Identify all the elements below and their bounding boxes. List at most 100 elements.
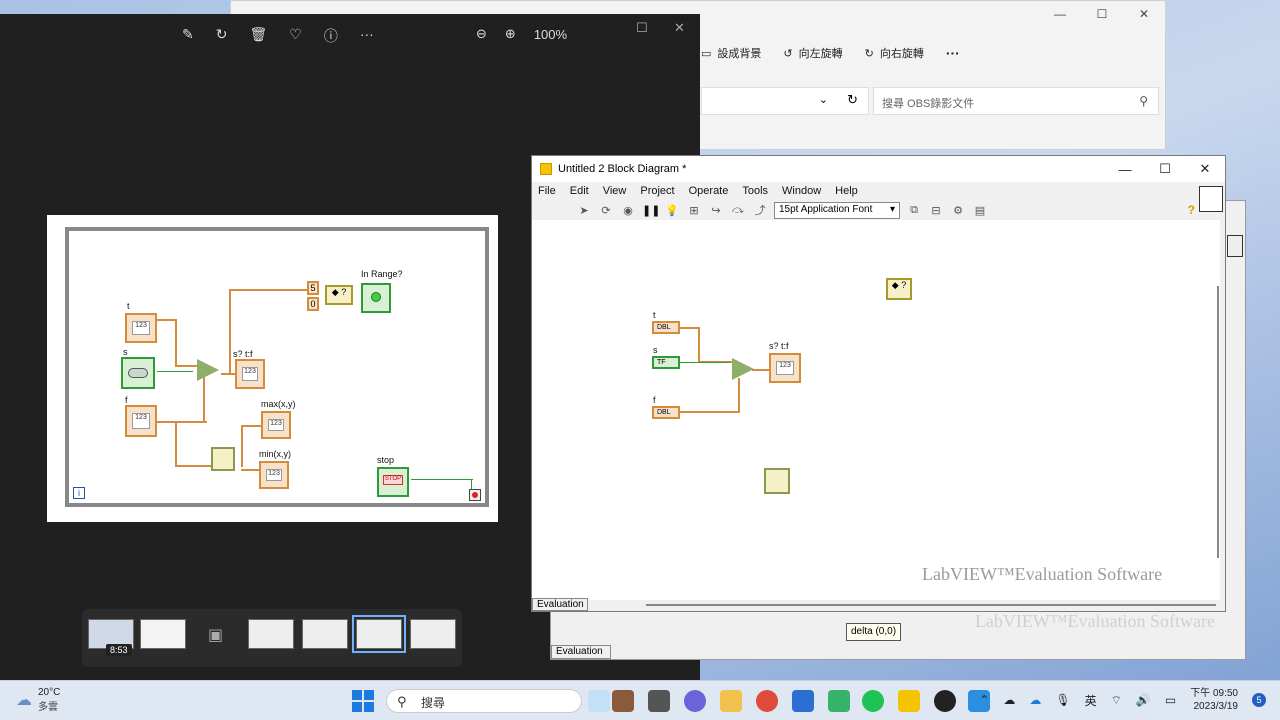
menu-view[interactable]: View [603, 185, 627, 197]
rotate-right-button[interactable]: ↻ 向右旋轉 [865, 45, 924, 61]
highlight-execution-icon[interactable]: 💡 [664, 204, 680, 217]
max-min-node [211, 447, 235, 471]
f-terminal[interactable]: DBL [652, 406, 680, 419]
filmstrip-thumb[interactable] [302, 619, 348, 649]
notification-badge[interactable]: 5 [1252, 693, 1266, 707]
step-over-icon[interactable]: ⤼ [730, 204, 746, 217]
title-bar: Untitled 2 Block Diagram * — ☐ ✕ [532, 156, 1225, 182]
line-icon[interactable] [862, 690, 884, 712]
vi-connector-icon[interactable] [1199, 186, 1223, 212]
toggle-icon [128, 368, 148, 378]
l-app-icon[interactable] [828, 690, 850, 712]
pause-icon[interactable]: ❚❚ [642, 204, 660, 217]
clock[interactable]: 下午 09:50 2023/3/19 [1190, 687, 1238, 713]
block-diagram-canvas[interactable]: t DBL s TF f DBL s? t:f 123 ◆ ? LabVIEW™… [532, 220, 1220, 600]
filmstrip-thumb-selected[interactable] [352, 615, 406, 653]
max-min-node[interactable] [764, 468, 790, 494]
close-icon[interactable]: ✕ [1185, 156, 1225, 182]
clock-date: 2023/3/19 [1193, 701, 1239, 712]
vi-icon[interactable] [1227, 235, 1243, 257]
obs-icon[interactable] [934, 690, 956, 712]
distribute-objects-icon[interactable]: ⊟ [928, 204, 944, 217]
rotate-icon[interactable]: ↻ [216, 26, 228, 46]
volume-icon[interactable]: 🔊 [1136, 693, 1151, 707]
chrome-icon[interactable] [756, 690, 778, 712]
onedrive-icon[interactable]: ☁ [1029, 693, 1041, 707]
task-view-icon[interactable] [588, 690, 610, 712]
teams-chat-icon[interactable] [684, 690, 706, 712]
maximize-icon[interactable]: ☐ [1145, 156, 1185, 182]
run-continuously-icon[interactable]: ⟳ [598, 204, 614, 217]
menu-window[interactable]: Window [782, 185, 821, 197]
labview-icon[interactable] [898, 690, 920, 712]
font-select[interactable]: 15pt Application Font ▾ [774, 201, 900, 219]
microphone-icon[interactable]: 🎙 [1055, 693, 1070, 707]
step-out-icon[interactable]: ⤴ [752, 202, 768, 218]
maximize-icon[interactable]: ☐ [636, 20, 648, 36]
run-icon[interactable]: ➤ [576, 204, 592, 217]
s-terminal[interactable]: TF [652, 356, 680, 369]
address-bar[interactable]: ⌄ ↻ [701, 87, 869, 115]
wifi-icon[interactable]: ⌔ [1111, 693, 1122, 708]
menu-edit[interactable]: Edit [570, 185, 589, 197]
taskbar-search[interactable]: ⚲ 搜尋 [386, 689, 582, 713]
filmstrip-thumb[interactable] [410, 619, 456, 649]
select-function[interactable] [732, 358, 754, 380]
search-input[interactable]: 搜尋 OBS錄影文件 ⚲ [873, 87, 1159, 115]
reorder-icon[interactable]: ⚙ [950, 204, 966, 217]
info-icon[interactable]: ⓘ [324, 26, 338, 46]
weather-widget[interactable]: ☁ 20°C 多雲 [16, 687, 60, 713]
cloud-sync-icon[interactable]: ☁ [1003, 693, 1015, 707]
watermark: LabVIEW™Evaluation Software [922, 564, 1163, 584]
menu-tools[interactable]: Tools [742, 185, 768, 197]
window-icon[interactable] [648, 690, 670, 712]
favorite-icon[interactable]: ♡ [289, 26, 302, 46]
chevron-up-icon[interactable]: ⌃ [979, 693, 989, 707]
store-icon[interactable] [792, 690, 814, 712]
close-icon[interactable]: ✕ [1123, 1, 1165, 27]
help-icon[interactable]: ? [1188, 203, 1195, 217]
zoom-in-icon[interactable]: ⊕ [505, 26, 516, 42]
maximize-icon[interactable]: ☐ [1081, 1, 1123, 27]
chevron-down-icon[interactable]: ⌄ [819, 93, 828, 106]
filmstrip-thumb[interactable] [248, 619, 294, 649]
step-into-icon[interactable]: ↪ [708, 204, 724, 217]
rotate-left-button[interactable]: ↺ 向左旋轉 [783, 45, 842, 61]
edit-icon[interactable]: ✎ [182, 26, 194, 46]
set-background-label: 設成背景 [717, 48, 762, 60]
more-icon[interactable]: ··· [360, 26, 374, 46]
taskbar-search-label: 搜尋 [421, 696, 446, 710]
zoom-out-icon[interactable]: ⊖ [476, 26, 487, 42]
ime-indicator[interactable]: 英 [1085, 692, 1097, 709]
more-button[interactable]: ··· [946, 45, 960, 61]
menu-help[interactable]: Help [835, 185, 858, 197]
briefcase-icon[interactable] [612, 690, 634, 712]
retain-wire-values-icon[interactable]: ⊞ [686, 204, 702, 217]
menu-file[interactable]: File [538, 185, 556, 197]
s-tf-indicator[interactable]: 123 [769, 353, 801, 383]
battery-icon[interactable]: ▭ [1165, 693, 1176, 707]
f-display: 123 [132, 413, 150, 429]
align-objects-icon[interactable]: ⧉ [906, 204, 922, 217]
vertical-scrollbar[interactable] [1217, 286, 1219, 558]
image-placeholder-icon[interactable]: ▣ [208, 625, 223, 645]
menu-operate[interactable]: Operate [689, 185, 729, 197]
cleanup-diagram-icon[interactable]: ▤ [972, 204, 988, 217]
minimize-icon[interactable]: — [1105, 156, 1145, 182]
minimize-icon[interactable]: — [1039, 1, 1081, 27]
set-background-button[interactable]: ▭ 設成背景 [701, 45, 761, 61]
filmstrip-thumb[interactable] [140, 619, 186, 649]
horizontal-scrollbar[interactable] [646, 604, 1216, 606]
refresh-icon[interactable]: ↻ [847, 92, 858, 108]
t-terminal[interactable]: DBL [652, 321, 680, 334]
s-tf-display: 123 [776, 361, 794, 375]
system-tray: ⌃ ☁ ☁ 🎙 英 ⌔ 🔊 ▭ 下午 09:50 2023/3/19 5 [979, 687, 1266, 713]
delete-icon[interactable]: 🗑 [249, 26, 267, 46]
in-range-and-coerce-node[interactable]: ◆ ? [886, 278, 912, 300]
menu-project[interactable]: Project [640, 185, 674, 197]
close-icon[interactable]: ✕ [674, 20, 685, 36]
abort-icon[interactable]: ◉ [620, 204, 636, 217]
start-button[interactable] [352, 690, 374, 712]
file-explorer-icon[interactable] [720, 690, 742, 712]
const-0: 0 [307, 297, 319, 311]
